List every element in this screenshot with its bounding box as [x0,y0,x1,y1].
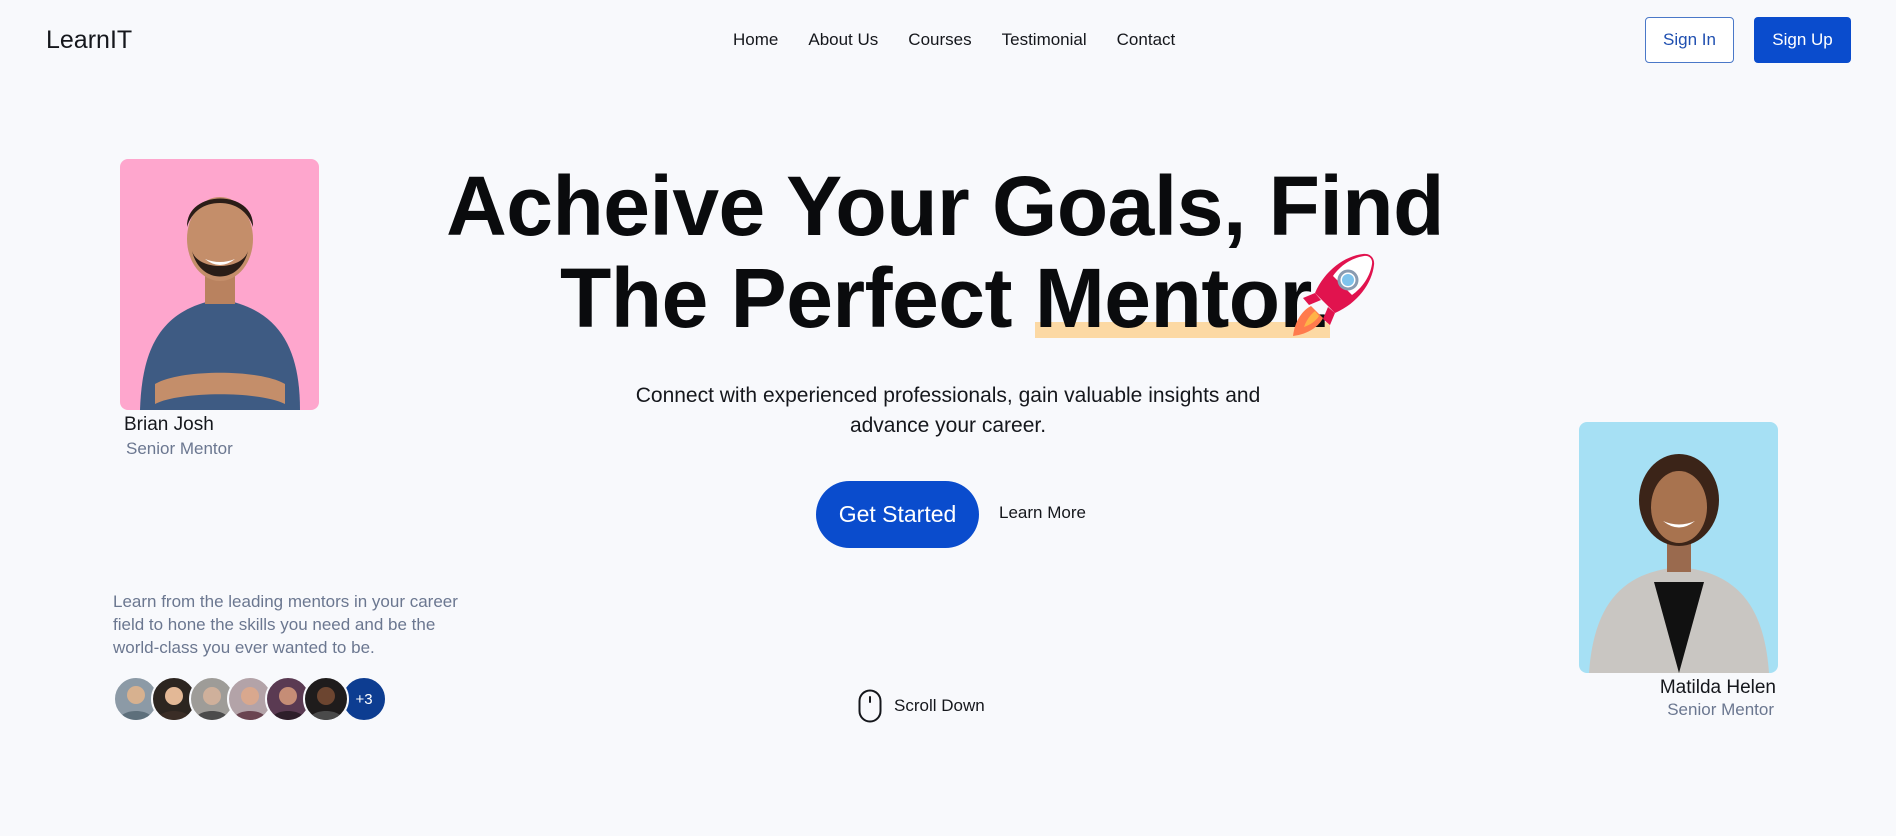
sign-up-button[interactable]: Sign Up [1754,17,1851,63]
scroll-down-label: Scroll Down [894,696,985,715]
mentor-name: Matilda Helen [1659,677,1776,698]
mentor-role: Senior Mentor [1667,700,1774,719]
get-started-button[interactable]: Get Started [816,481,979,548]
top-navbar: LearnIT Home About Us Courses Testimonia… [0,0,1896,80]
mentor-photo [1579,422,1778,673]
avatar [303,676,349,722]
mentor-role: Senior Mentor [126,439,233,458]
mentor-card-brian: Brian Josh Senior Mentor [120,159,320,469]
rocket-icon [1293,253,1375,336]
sign-in-button[interactable]: Sign In [1645,17,1734,63]
hero-title-line1: Acheive Your Goals, Find [446,159,1444,253]
nav-link-home[interactable]: Home [733,30,778,50]
mouse-icon [858,689,882,723]
community-blurb: Learn from the leading mentors in your c… [113,592,458,657]
hero-subtitle: Connect with experienced professionals, … [635,384,1261,437]
mentor-photo [120,159,319,410]
mentor-avatar-group[interactable]: +3 [113,676,387,722]
nav-link-about-us[interactable]: About Us [808,30,878,50]
mentor-name: Brian Josh [124,414,214,435]
nav-links: Home About Us Courses Testimonial Contac… [733,30,1175,50]
logo[interactable]: LearnIT [46,26,132,55]
nav-link-contact[interactable]: Contact [1117,30,1176,50]
person-illustration [1589,454,1769,673]
hero-title-line2: The Perfect [559,251,1035,345]
person-illustration [140,197,300,410]
learn-more-link[interactable]: Learn More [999,503,1086,523]
nav-link-courses[interactable]: Courses [908,30,971,50]
nav-link-testimonial[interactable]: Testimonial [1002,30,1087,50]
mentor-card-matilda: Matilda Helen Senior Mentor [1579,422,1779,732]
scroll-down[interactable]: Scroll Down [858,689,985,723]
